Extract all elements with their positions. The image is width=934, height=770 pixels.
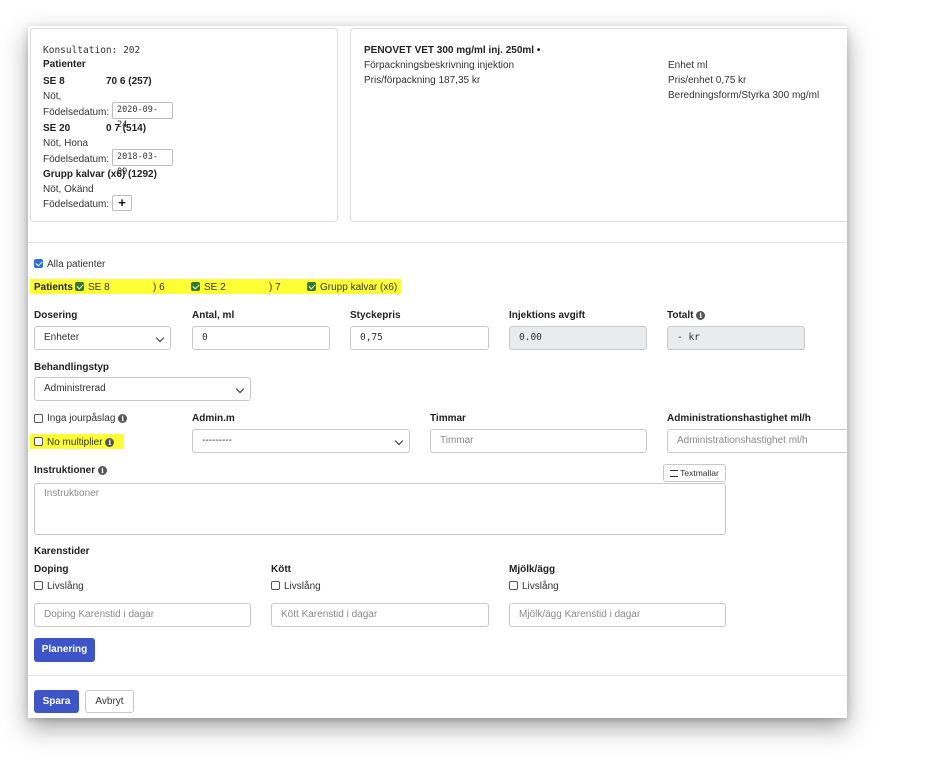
- form-panel: Konsultation: 202 Patienter SE 8 70 6 (2…: [28, 26, 847, 718]
- kott-label: Kött: [271, 564, 291, 575]
- inga-jour-label: Inga jourpåslag i: [47, 412, 128, 425]
- patient-check-3-label: Grupp kalvar (x6): [320, 282, 398, 293]
- instructions-label: Instruktioner i: [34, 465, 107, 476]
- doping-lifelong-checkbox[interactable]: [34, 581, 43, 590]
- patient-2-species: Nöt, Hona: [43, 138, 89, 149]
- strength: Beredningsform/Styrka 300 mg/ml: [668, 90, 820, 101]
- timmar-label: Timmar: [430, 413, 466, 424]
- add-dob-button[interactable]: +: [112, 195, 132, 211]
- package-description: Förpackningsbeskrivning injektion: [364, 60, 515, 71]
- info-icon: i: [97, 465, 107, 475]
- no-multiplier-label: No multiplier i: [47, 436, 115, 449]
- save-button[interactable]: Spara: [34, 690, 79, 713]
- patient-check-1-label-end: ) 6: [153, 282, 165, 293]
- inga-jour-checkbox[interactable]: [34, 414, 43, 423]
- patient-3-id: Grupp kalvar (x6) (1292): [43, 169, 157, 180]
- all-patients-checkbox[interactable]: [34, 259, 43, 268]
- karenstider-heading: Karenstider: [34, 546, 90, 557]
- product-card: PENOVET VET 300 mg/ml inj. 250ml • Förpa…: [350, 28, 847, 222]
- price-per-package: Pris/förpackning 187,35 kr: [364, 75, 481, 86]
- admin-label: Admin.m: [192, 413, 235, 424]
- kott-days-input[interactable]: Kött Karenstid i dagar: [271, 603, 489, 627]
- mjolk-lifelong-checkbox[interactable]: [509, 581, 518, 590]
- chevron-down-icon: [155, 333, 165, 343]
- patient-1-id: SE 8: [43, 76, 65, 87]
- patient-1-dob-field[interactable]: 2020-09-24: [112, 102, 173, 130]
- treatment-label: Behandlingstyp: [34, 362, 110, 373]
- injektion-field: 0.00: [509, 326, 647, 350]
- patient-2-dob-field[interactable]: 2018-03-09: [112, 149, 173, 177]
- patient-checkbox-1[interactable]: [75, 282, 84, 291]
- mjolk-label: Mjölk/ägg: [509, 564, 556, 575]
- kott-lifelong-checkbox[interactable]: [271, 581, 280, 590]
- antal-input[interactable]: 0: [192, 326, 330, 350]
- doping-days-input[interactable]: Doping Karenstid i dagar: [34, 603, 251, 627]
- styckepris-input[interactable]: 0,75: [350, 326, 489, 350]
- info-icon: i: [696, 310, 706, 320]
- divider-top: [28, 242, 847, 243]
- patient-2-id: SE 20: [43, 123, 71, 134]
- timmar-input[interactable]: Timmar: [430, 429, 647, 453]
- product-name: PENOVET VET 300 mg/ml inj. 250ml •: [364, 45, 541, 56]
- doping-lifelong-label: Livslång: [47, 581, 84, 592]
- patients-heading: Patienter: [43, 59, 86, 70]
- injektion-label: Injektions avgift: [509, 310, 586, 321]
- planering-button[interactable]: Planering: [34, 638, 95, 662]
- textmallar-button[interactable]: Textmallar: [663, 464, 726, 482]
- patient-1-species: Nöt,: [43, 91, 62, 102]
- chevron-down-icon: [235, 384, 245, 394]
- doping-label: Doping: [34, 564, 69, 575]
- rate-input[interactable]: Administrationshastighet ml/h: [667, 429, 847, 453]
- all-patients-label: Alla patienter: [47, 259, 106, 270]
- patient-check-2-label-end: ) 7: [269, 282, 281, 293]
- treatment-select[interactable]: Administrerad: [34, 377, 251, 401]
- instructions-textarea[interactable]: Instruktioner: [34, 483, 726, 535]
- cancel-button[interactable]: Avbryt: [85, 690, 134, 713]
- dosering-select[interactable]: Enheter: [34, 326, 171, 350]
- rate-label: Administrationshastighet ml/h: [667, 413, 811, 424]
- patient-3-species: Nöt, Okänd: [43, 184, 94, 195]
- patient-check-1-label: SE 8: [88, 282, 110, 293]
- consultation-card: Konsultation: 202 Patienter SE 8 70 6 (2…: [30, 28, 338, 222]
- text-lines-icon: [670, 470, 679, 478]
- product-bullet: •: [536, 45, 541, 56]
- patient-2-dob-label: Födelsedatum:: [43, 154, 110, 165]
- patient-3-dob-label: Födelsedatum:: [43, 199, 110, 210]
- no-multiplier-checkbox[interactable]: [34, 437, 43, 446]
- patient-1-dob-label: Födelsedatum:: [43, 107, 110, 118]
- patient-1-id-end: 70 6 (257): [106, 76, 152, 87]
- info-icon: i: [118, 413, 128, 423]
- consultation-label: Konsultation: 202: [43, 45, 141, 56]
- info-icon: i: [105, 437, 115, 447]
- treatment-value: Administrerad: [44, 383, 106, 394]
- mjolk-lifelong-label: Livslång: [522, 581, 559, 592]
- patient-checkbox-3[interactable]: [307, 282, 316, 291]
- totalt-label: Totalt i: [667, 310, 706, 321]
- patient-check-2-label: SE 2: [204, 282, 226, 293]
- mjolk-days-input[interactable]: Mjölk/ägg Karenstid i dagar: [509, 603, 726, 627]
- admin-select[interactable]: ---------: [192, 429, 410, 453]
- textmallar-label: Textmallar: [680, 468, 719, 478]
- patients-row-label: Patients: [34, 282, 73, 293]
- price-per-unit: Pris/enhet 0,75 kr: [668, 75, 747, 86]
- divider-bottom: [28, 675, 847, 676]
- antal-label: Antal, ml: [192, 310, 235, 321]
- patient-checkbox-2[interactable]: [191, 282, 200, 291]
- styckepris-label: Styckepris: [350, 310, 401, 321]
- dosering-value: Enheter: [44, 332, 80, 343]
- chevron-down-icon: [394, 436, 404, 446]
- kott-lifelong-label: Livslång: [284, 581, 321, 592]
- unit: Enhet ml: [668, 60, 708, 71]
- admin-value: ---------: [202, 435, 232, 446]
- totalt-field: - kr: [667, 326, 805, 350]
- dosering-label: Dosering: [34, 310, 78, 321]
- patient-2-id-end: 0 7 (514): [106, 123, 147, 134]
